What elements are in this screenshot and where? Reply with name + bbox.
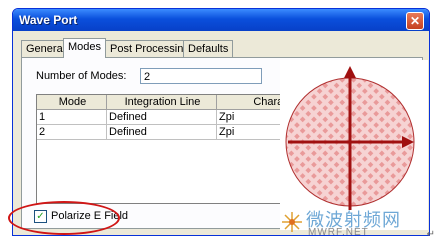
watermark-url: MWRF.NET	[308, 227, 369, 238]
field-plot-svg	[285, 66, 415, 210]
tab-defaults[interactable]: Defaults	[183, 40, 234, 57]
watermark-logo-icon	[282, 212, 302, 232]
column-header-integration-line[interactable]: Integration Line	[107, 95, 217, 110]
cell-integration-line[interactable]: Defined	[107, 125, 217, 140]
close-button[interactable]: ✕	[406, 12, 424, 30]
cell-mode[interactable]: 2	[37, 125, 107, 140]
cell-integration-line[interactable]: Defined	[107, 110, 217, 125]
tab-post-processing[interactable]: Post Processing	[105, 40, 195, 57]
watermark: 微波射频网 MWRF.NET	[278, 206, 428, 240]
dialog-title: Wave Port	[19, 13, 78, 27]
cell-mode[interactable]: 1	[37, 110, 107, 125]
number-of-modes-label: Number of Modes:	[36, 70, 127, 82]
column-header-mode[interactable]: Mode	[37, 95, 107, 110]
highlight-ellipse	[8, 201, 120, 235]
return-mark-icon: ↵	[426, 229, 435, 240]
arrow-icon	[344, 66, 356, 78]
title-bar[interactable]: Wave Port ✕	[13, 9, 429, 31]
field-plot	[280, 60, 428, 230]
number-of-modes-input[interactable]: 2	[140, 68, 262, 84]
tab-modes[interactable]: Modes	[63, 38, 107, 58]
close-icon: ✕	[409, 14, 421, 28]
